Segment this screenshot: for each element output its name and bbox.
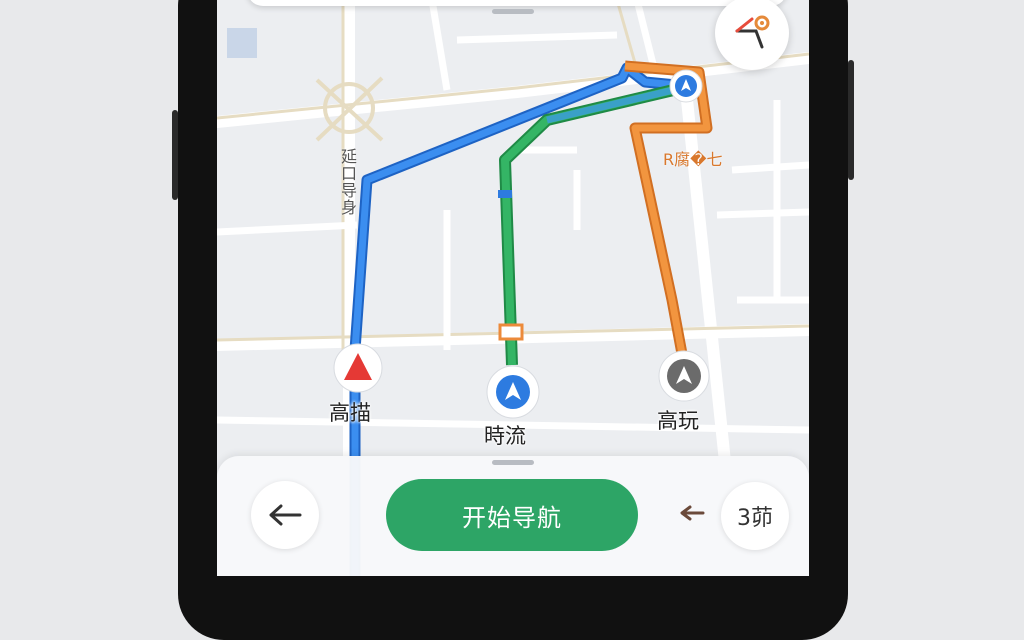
arrow-left-icon xyxy=(269,504,302,526)
phone-side-button-left xyxy=(172,110,178,200)
top-sheet[interactable] xyxy=(247,0,787,6)
route-marker-3 xyxy=(658,350,710,402)
route-count-button[interactable]: 3茆 xyxy=(721,482,789,550)
peek-indicator[interactable] xyxy=(679,503,705,528)
route-options-icon xyxy=(732,11,772,55)
road-name-label: 延口导身 xyxy=(338,148,357,216)
route-count-label: 3茆 xyxy=(737,506,773,531)
chevron-left-icon xyxy=(680,505,705,521)
route-label-2[interactable]: 時流 xyxy=(484,420,526,450)
route-incident-marker xyxy=(498,323,524,341)
route-marker-1 xyxy=(333,343,383,393)
start-navigation-button[interactable]: 开始导航 xyxy=(386,479,638,551)
back-button[interactable] xyxy=(251,481,319,549)
phone-side-button-right xyxy=(848,60,854,180)
top-sheet-handle[interactable] xyxy=(492,9,534,14)
route-label-1[interactable]: 高描 xyxy=(329,397,371,427)
route-traffic-segment xyxy=(498,190,512,198)
screen: 延口导身 R腐�七 高描 時流 高玩 开始导航 3茆 xyxy=(217,0,809,576)
area-label: R腐�七 xyxy=(663,150,723,169)
route-marker-2 xyxy=(486,365,540,419)
water-patch xyxy=(227,28,257,58)
route-label-3[interactable]: 高玩 xyxy=(657,405,699,435)
bottom-panel-handle[interactable] xyxy=(492,460,534,465)
